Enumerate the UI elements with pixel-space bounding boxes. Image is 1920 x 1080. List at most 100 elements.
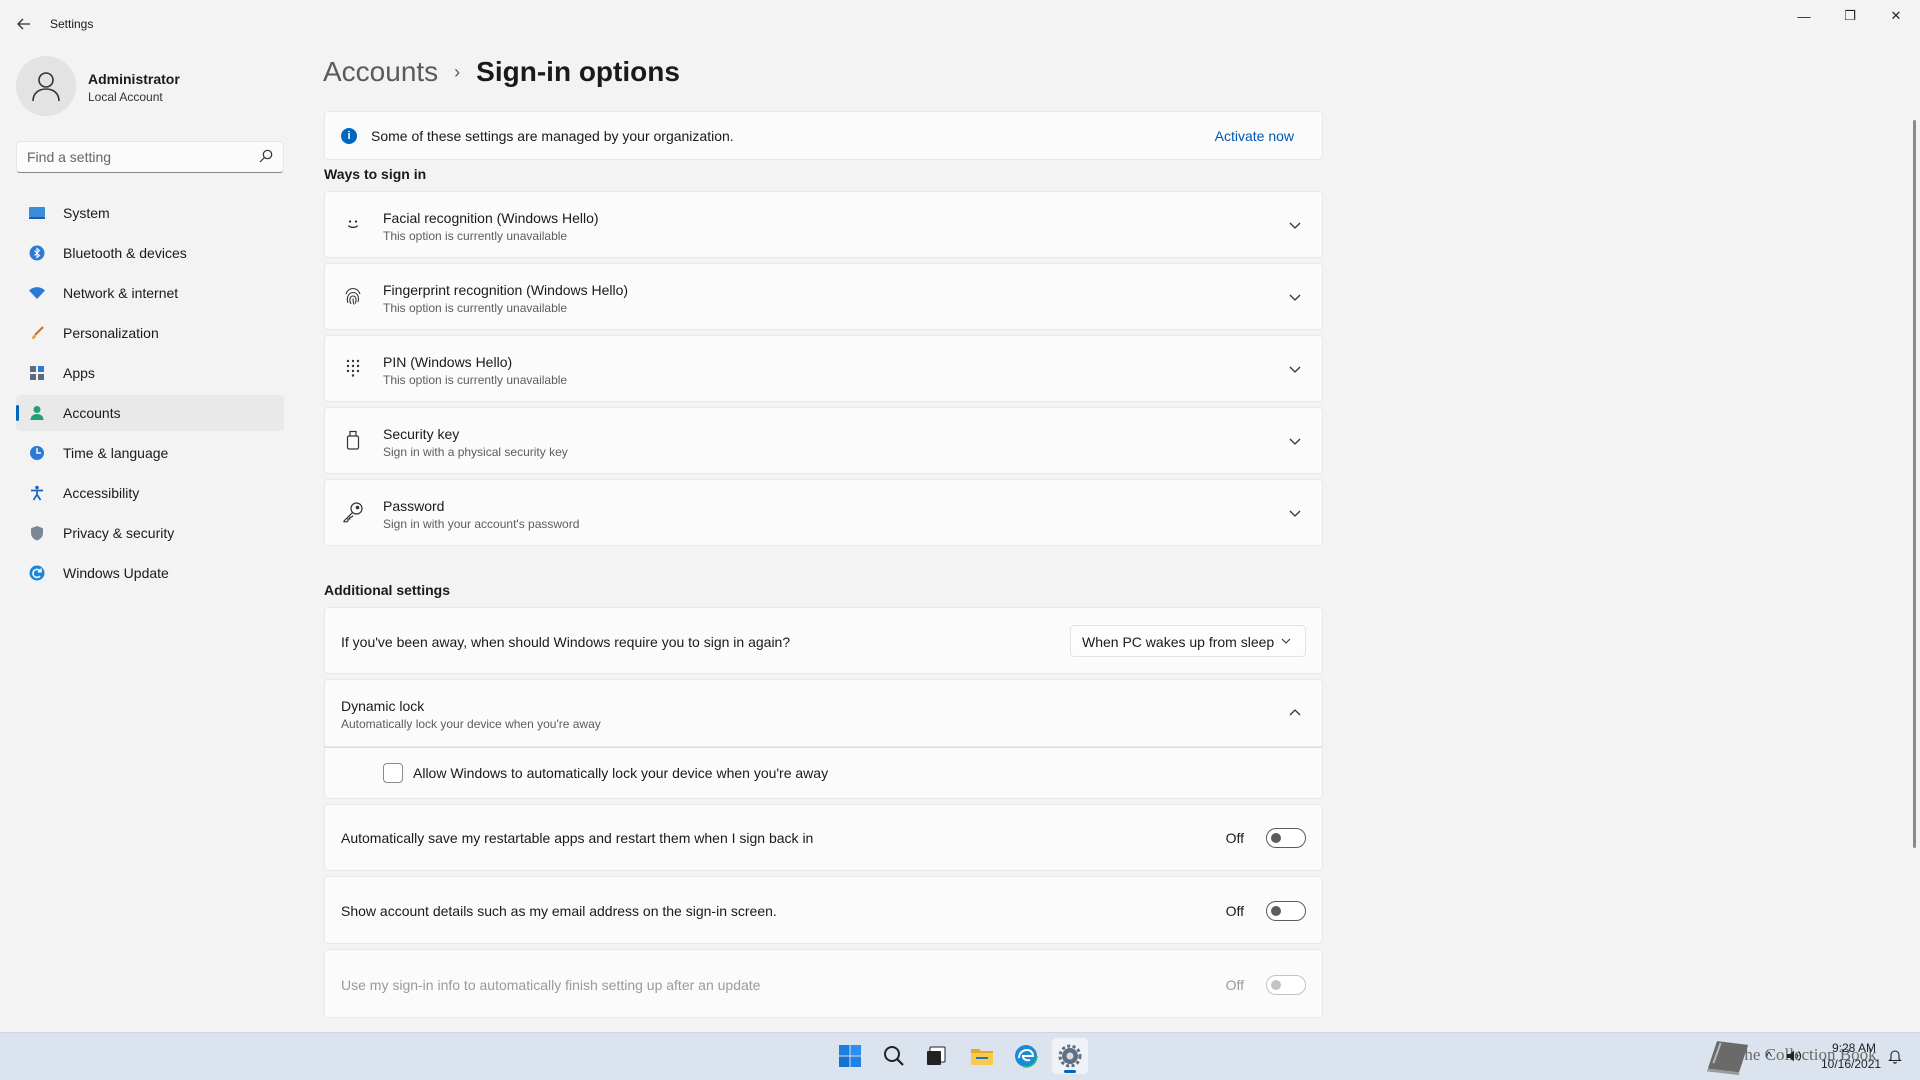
security-key-row[interactable]: Security key Sign in with a physical sec… — [324, 407, 1323, 474]
window-title: Settings — [50, 17, 94, 31]
breadcrumb-parent[interactable]: Accounts — [323, 56, 438, 88]
sidebar-item-network[interactable]: Network & internet — [16, 275, 284, 311]
chevron-up-icon[interactable] — [1288, 706, 1302, 720]
sidebar-item-label: Time & language — [63, 445, 169, 461]
show-account-details-toggle[interactable] — [1266, 901, 1306, 921]
network-icon — [28, 284, 46, 302]
dynamic-lock-title: Dynamic lock — [341, 698, 425, 714]
sidebar-item-label: System — [63, 205, 110, 221]
sidebar-item-windows-update[interactable]: Windows Update — [16, 555, 284, 591]
accessibility-icon — [28, 484, 46, 502]
search-input[interactable] — [17, 142, 237, 172]
user-profile: Administrator Local Account — [16, 56, 286, 120]
sidebar-item-label: Bluetooth & devices — [63, 245, 187, 261]
sidebar-item-label: Accounts — [63, 405, 121, 421]
bluetooth-icon — [28, 244, 46, 262]
sidebar-item-system[interactable]: System — [16, 195, 284, 231]
require-signin-dropdown[interactable]: When PC wakes up from sleep — [1070, 625, 1306, 657]
search-box — [16, 141, 284, 173]
back-arrow-icon[interactable] — [12, 12, 36, 36]
chevron-down-icon[interactable] — [1288, 434, 1302, 448]
row-subtitle: This option is currently unavailable — [383, 373, 568, 387]
show-account-details-row: Show account details such as my email ad… — [324, 876, 1323, 944]
search-icon[interactable] — [876, 1038, 912, 1074]
sidebar-item-label: Privacy & security — [63, 525, 175, 541]
chevron-down-icon[interactable] — [1288, 506, 1302, 520]
sidebar-item-personalization[interactable]: Personalization — [16, 315, 284, 351]
use-signin-info-label: Use my sign-in info to automatically fin… — [341, 977, 761, 993]
toggle-state: Off — [1225, 903, 1244, 919]
maximize-button[interactable]: ❐ — [1827, 0, 1873, 32]
breadcrumb-separator: › — [454, 61, 461, 82]
restart-apps-toggle[interactable] — [1266, 828, 1306, 848]
clock-date[interactable]: 10/16/2021 — [1821, 1057, 1881, 1071]
row-subtitle: Sign in with your account's password — [383, 517, 580, 531]
sidebar-item-apps[interactable]: Apps — [16, 355, 284, 391]
personalization-icon — [28, 324, 46, 342]
apps-icon — [28, 364, 46, 382]
minimize-button[interactable]: — — [1781, 0, 1827, 32]
start-icon[interactable] — [832, 1038, 868, 1074]
sidebar-item-privacy-security[interactable]: Privacy & security — [16, 515, 284, 551]
pin-row[interactable]: PIN (Windows Hello) This option is curre… — [324, 335, 1323, 402]
dropdown-selected-value: When PC wakes up from sleep — [1082, 634, 1275, 650]
scrollbar-thumb[interactable] — [1913, 120, 1916, 848]
sidebar-item-bluetooth[interactable]: Bluetooth & devices — [16, 235, 284, 271]
chevron-down-icon[interactable] — [1288, 218, 1302, 232]
dynamic-lock-checkbox-label: Allow Windows to automatically lock your… — [413, 765, 829, 781]
additional-settings-heading: Additional settings — [324, 582, 450, 598]
banner-text: Some of these settings are managed by yo… — [371, 128, 734, 144]
sidebar-item-accessibility[interactable]: Accessibility — [16, 475, 284, 511]
restart-apps-row: Automatically save my restartable apps a… — [324, 804, 1323, 871]
activate-now-link[interactable]: Activate now — [1215, 128, 1294, 144]
pin-keypad-icon — [341, 356, 365, 380]
managed-banner: i Some of these settings are managed by … — [324, 111, 1323, 160]
row-title: Password — [383, 498, 445, 514]
notification-icon[interactable] — [1887, 1048, 1903, 1064]
profile-name: Administrator — [88, 71, 180, 87]
row-subtitle: This option is currently unavailable — [383, 301, 568, 315]
ways-to-sign-in-heading: Ways to sign in — [324, 166, 427, 182]
system-icon — [28, 204, 46, 222]
dynamic-lock-body: Allow Windows to automatically lock your… — [324, 747, 1323, 799]
toggle-state: Off — [1225, 977, 1244, 993]
fingerprint-icon — [341, 284, 365, 308]
chevron-down-icon[interactable] — [1288, 362, 1302, 376]
avatar[interactable] — [16, 56, 76, 116]
sidebar-item-accounts[interactable]: Accounts — [16, 395, 284, 431]
settings-gear-icon[interactable] — [1052, 1038, 1088, 1074]
dynamic-lock-checkbox[interactable] — [383, 763, 403, 783]
show-account-details-label: Show account details such as my email ad… — [341, 903, 777, 919]
dynamic-lock-header[interactable]: Dynamic lock Automatically lock your dev… — [324, 679, 1323, 747]
use-signin-info-toggle — [1266, 975, 1306, 995]
password-row[interactable]: Password Sign in with your account's pas… — [324, 479, 1323, 546]
windows-update-icon — [28, 564, 46, 582]
close-button[interactable]: ✕ — [1873, 0, 1919, 32]
fingerprint-recognition-row[interactable]: Fingerprint recognition (Windows Hello) … — [324, 263, 1323, 330]
taskbar — [0, 1032, 1920, 1080]
accounts-icon — [28, 404, 46, 422]
use-signin-info-row: Use my sign-in info to automatically fin… — [324, 949, 1323, 1018]
usb-key-icon — [341, 428, 365, 452]
search-icon[interactable] — [259, 149, 273, 163]
info-icon: i — [341, 128, 357, 144]
file-explorer-icon[interactable] — [964, 1038, 1000, 1074]
sidebar-item-time-language[interactable]: Time & language — [16, 435, 284, 471]
facial-recognition-row[interactable]: Facial recognition (Windows Hello) This … — [324, 191, 1323, 258]
restart-apps-label: Automatically save my restartable apps a… — [341, 830, 814, 846]
row-title: Fingerprint recognition (Windows Hello) — [383, 282, 629, 298]
edge-icon[interactable] — [1008, 1038, 1044, 1074]
sidebar-item-label: Accessibility — [63, 485, 140, 501]
page-title: Sign-in options — [476, 56, 680, 87]
breadcrumb: Accounts › Sign-in options — [323, 56, 680, 88]
chevron-down-icon[interactable] — [1288, 290, 1302, 304]
task-view-icon[interactable] — [918, 1038, 954, 1074]
face-icon — [341, 212, 365, 236]
clock-time[interactable]: 9:28 AM — [1832, 1041, 1876, 1055]
toggle-state: Off — [1225, 830, 1244, 846]
sidebar-item-label: Network & internet — [63, 285, 179, 301]
volume-icon[interactable] — [1786, 1049, 1802, 1063]
dynamic-lock-subtitle: Automatically lock your device when you'… — [341, 717, 601, 731]
row-title: Security key — [383, 426, 460, 442]
tray-chevron-icon[interactable]: ^ — [1766, 1049, 1772, 1064]
